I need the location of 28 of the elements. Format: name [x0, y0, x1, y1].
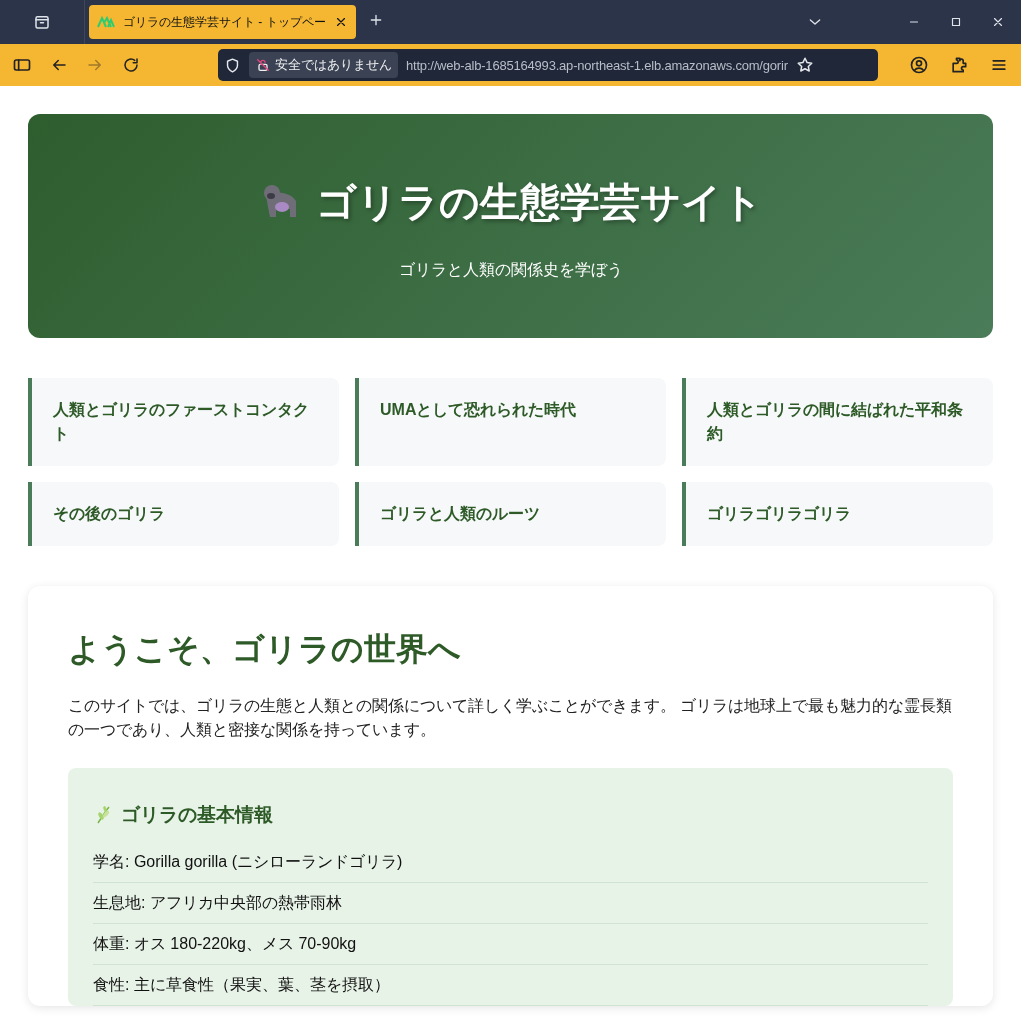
info-item: 体重: オス 180-220kg、メス 70-90kg — [93, 924, 928, 965]
nav-card-link[interactable]: ゴリラと人類のルーツ — [355, 482, 666, 546]
account-icon[interactable] — [909, 55, 929, 75]
nav-card-link[interactable]: その後のゴリラ — [28, 482, 339, 546]
nav-card-link[interactable]: 人類とゴリラの間に結ばれた平和条約 — [682, 378, 993, 466]
info-heading: ゴリラの基本情報 — [121, 803, 273, 827]
site-title: ゴリラの生態学芸サイト — [316, 179, 763, 226]
close-icon[interactable] — [991, 15, 1005, 29]
extensions-icon[interactable] — [949, 55, 969, 75]
browser-tab[interactable]: ゴリラの生態学芸サイト - トップペー — [89, 5, 356, 39]
welcome-paragraph: このサイトでは、ゴリラの生態と人類との関係について詳しく学ぶことができます。 ゴリラは地球上で最も魅力的な霊長類の一つであり、人類と密接な関係を持っています。 — [68, 696, 953, 740]
info-item: 生息地: アフリカ中央部の熱帯雨林 — [93, 883, 928, 924]
maximize-icon[interactable] — [949, 15, 963, 29]
nav-card-link[interactable]: 人類とゴリラのファーストコンタクト — [28, 378, 339, 466]
site-subtitle: ゴリラと人類の関係史を学ぼう — [398, 260, 623, 280]
site-logo-icon — [97, 16, 115, 28]
welcome-heading: ようこそ、ゴリラの世界へ — [68, 630, 462, 669]
info-item: 学名: Gorilla gorilla (ニシローランドゴリラ) — [93, 842, 928, 883]
address-bar[interactable]: 安全ではありません http://web-alb-1685164993.ap-northeast-1.elb.amazonaws.com/gorir — [218, 49, 878, 81]
reload-icon[interactable] — [122, 56, 140, 74]
info-item: 食性: 主に草食性（果実、葉、茎を摂取） — [93, 965, 928, 1006]
url-text[interactable]: http://web-alb-1685164993.ap-northeast-1.elb.amazonaws.com/gorir — [406, 57, 788, 73]
shield-icon[interactable] — [224, 56, 241, 74]
insecure-lock-icon[interactable] — [255, 57, 271, 73]
bookmark-star-icon[interactable] — [795, 56, 814, 74]
nav-card-link[interactable]: UMAとして恐れられた時代 — [355, 378, 666, 466]
tab-list-icon[interactable] — [33, 13, 51, 31]
nav-card-link[interactable]: ゴリラゴリラゴリラ — [682, 482, 993, 546]
